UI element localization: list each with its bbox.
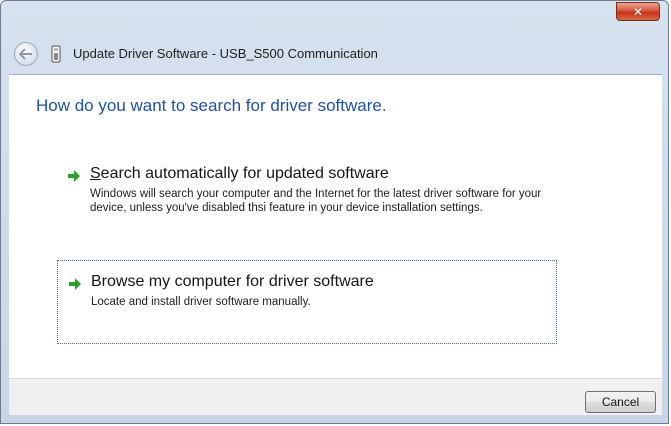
content-panel: How do you want to search for driver sof… [9,74,662,378]
dialog-window: ✕ Update Driver Software - USB_S500 Comm… [0,0,669,424]
green-arrow-icon [68,170,80,182]
option-description: Windows will search your computer and th… [90,188,542,214]
accelerator-key: S [90,165,101,182]
navigation-bar: Update Driver Software - USB_S500 Commun… [9,36,662,72]
search-automatically-option[interactable]: Search automatically for updated softwar… [57,162,557,234]
title-bar[interactable]: ✕ [1,1,668,31]
green-arrow-icon [69,278,81,290]
option-title: Browse my computer for driver software [91,273,374,290]
button-footer: Cancel [9,378,662,415]
option-title: Search automatically for updated softwar… [90,165,389,183]
dialog-title: Update Driver Software - USB_S500 Commun… [73,46,378,61]
back-button[interactable] [14,42,38,66]
option-description: Locate and install driver software manua… [91,296,311,308]
browse-computer-option[interactable]: Browse my computer for driver software L… [57,260,557,344]
page-heading: How do you want to search for driver sof… [36,96,387,115]
back-arrow-icon [19,48,32,60]
close-button[interactable]: ✕ [616,2,660,21]
usb-device-icon [51,45,61,63]
close-icon: ✕ [632,5,644,19]
cancel-button[interactable]: Cancel [585,391,656,413]
option-title-text: earch automatically for updated software [100,165,389,182]
